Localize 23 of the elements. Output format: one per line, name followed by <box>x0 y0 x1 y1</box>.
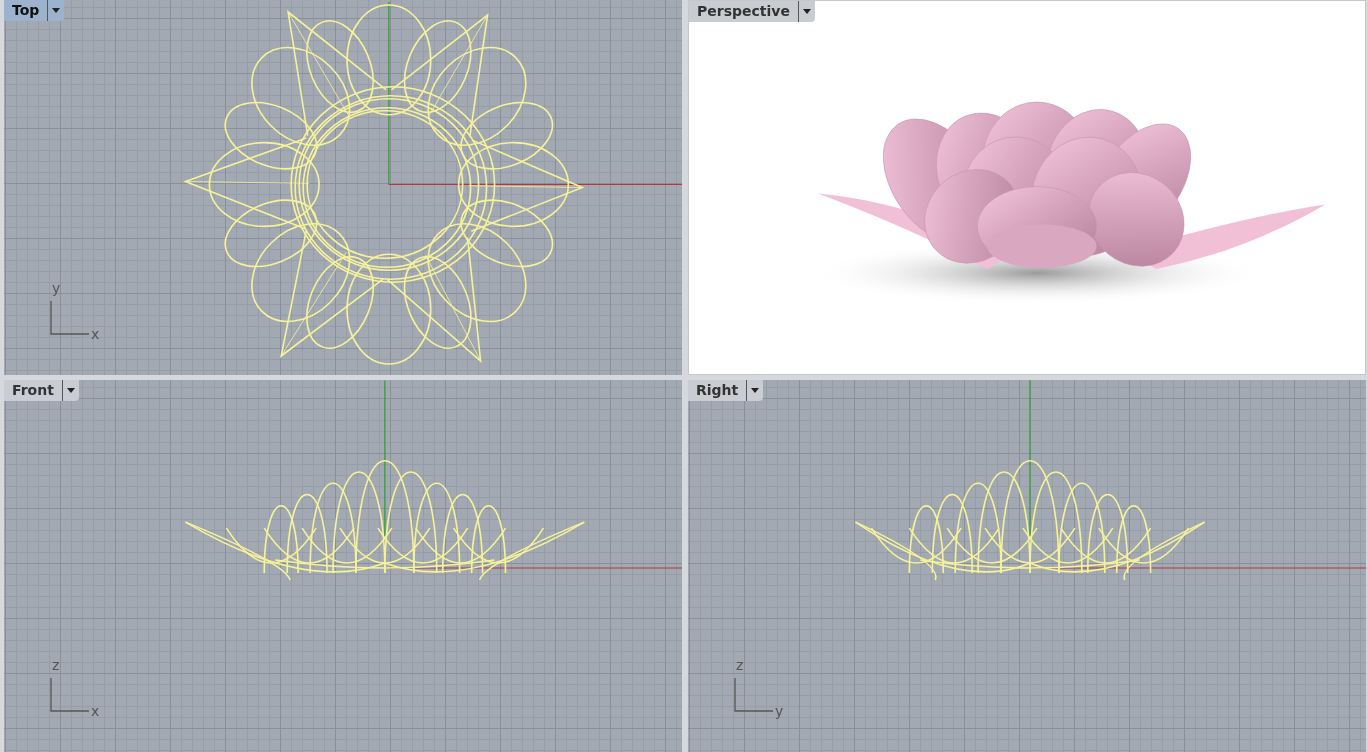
axis-label: z <box>52 658 60 672</box>
axis-label: y <box>52 281 61 295</box>
caret-icon <box>52 8 61 13</box>
viewport-menu-button[interactable] <box>746 380 764 401</box>
axis-label: z <box>736 658 744 672</box>
axis-label: y <box>775 704 784 718</box>
viewport-menu-button[interactable] <box>47 0 65 21</box>
viewport[interactable]: Perspective <box>688 0 1366 375</box>
axis-icon <box>50 301 90 335</box>
viewport-tab[interactable]: Front <box>4 380 62 401</box>
viewport[interactable]: Right z y <box>688 380 1366 752</box>
caret-icon <box>66 388 75 393</box>
viewport-tab[interactable]: Right <box>688 380 747 401</box>
viewport[interactable]: Front z x <box>4 380 682 752</box>
viewport-tab[interactable]: Perspective <box>689 1 798 22</box>
viewport-tab[interactable]: Top <box>4 0 48 21</box>
caret-icon <box>802 9 811 14</box>
caret-icon <box>751 388 760 393</box>
axis-icon <box>734 678 774 712</box>
axis-label: x <box>91 704 100 718</box>
viewport[interactable]: Top y x <box>4 0 682 375</box>
axis-label: x <box>91 327 100 341</box>
axis-icon <box>50 678 90 712</box>
